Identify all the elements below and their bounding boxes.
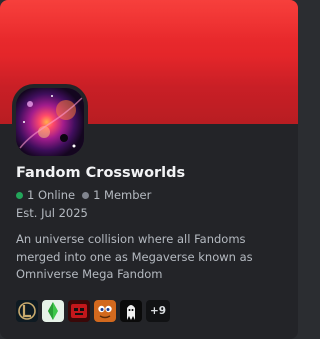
online-count: 1 Online bbox=[27, 188, 76, 202]
league-of-legends-logo-icon[interactable] bbox=[16, 300, 38, 322]
more-emojis-badge[interactable]: +9 bbox=[146, 300, 171, 322]
white-dark-creature-icon[interactable] bbox=[120, 300, 142, 322]
online-status-dot bbox=[16, 191, 23, 199]
server-profile-card: Fandom Crossworlds 1 Online 1 Member Est… bbox=[0, 0, 298, 339]
red-robot-face-icon[interactable] bbox=[68, 300, 90, 322]
established-date: Est. Jul 2025 bbox=[16, 206, 88, 220]
server-icon-frame bbox=[12, 84, 88, 160]
server-icon[interactable] bbox=[16, 88, 84, 156]
sims-plumbob-icon[interactable] bbox=[42, 300, 64, 322]
orange-cartoon-face-icon[interactable] bbox=[94, 300, 116, 322]
server-name: Fandom Crossworlds bbox=[16, 165, 186, 181]
server-description: An universe collision where all Fandoms … bbox=[16, 232, 253, 281]
emoji-list: +9 bbox=[16, 300, 171, 322]
member-status-dot bbox=[82, 191, 90, 199]
server-stats: 1 Online 1 Member bbox=[16, 188, 151, 202]
member-count: 1 Member bbox=[93, 188, 152, 202]
